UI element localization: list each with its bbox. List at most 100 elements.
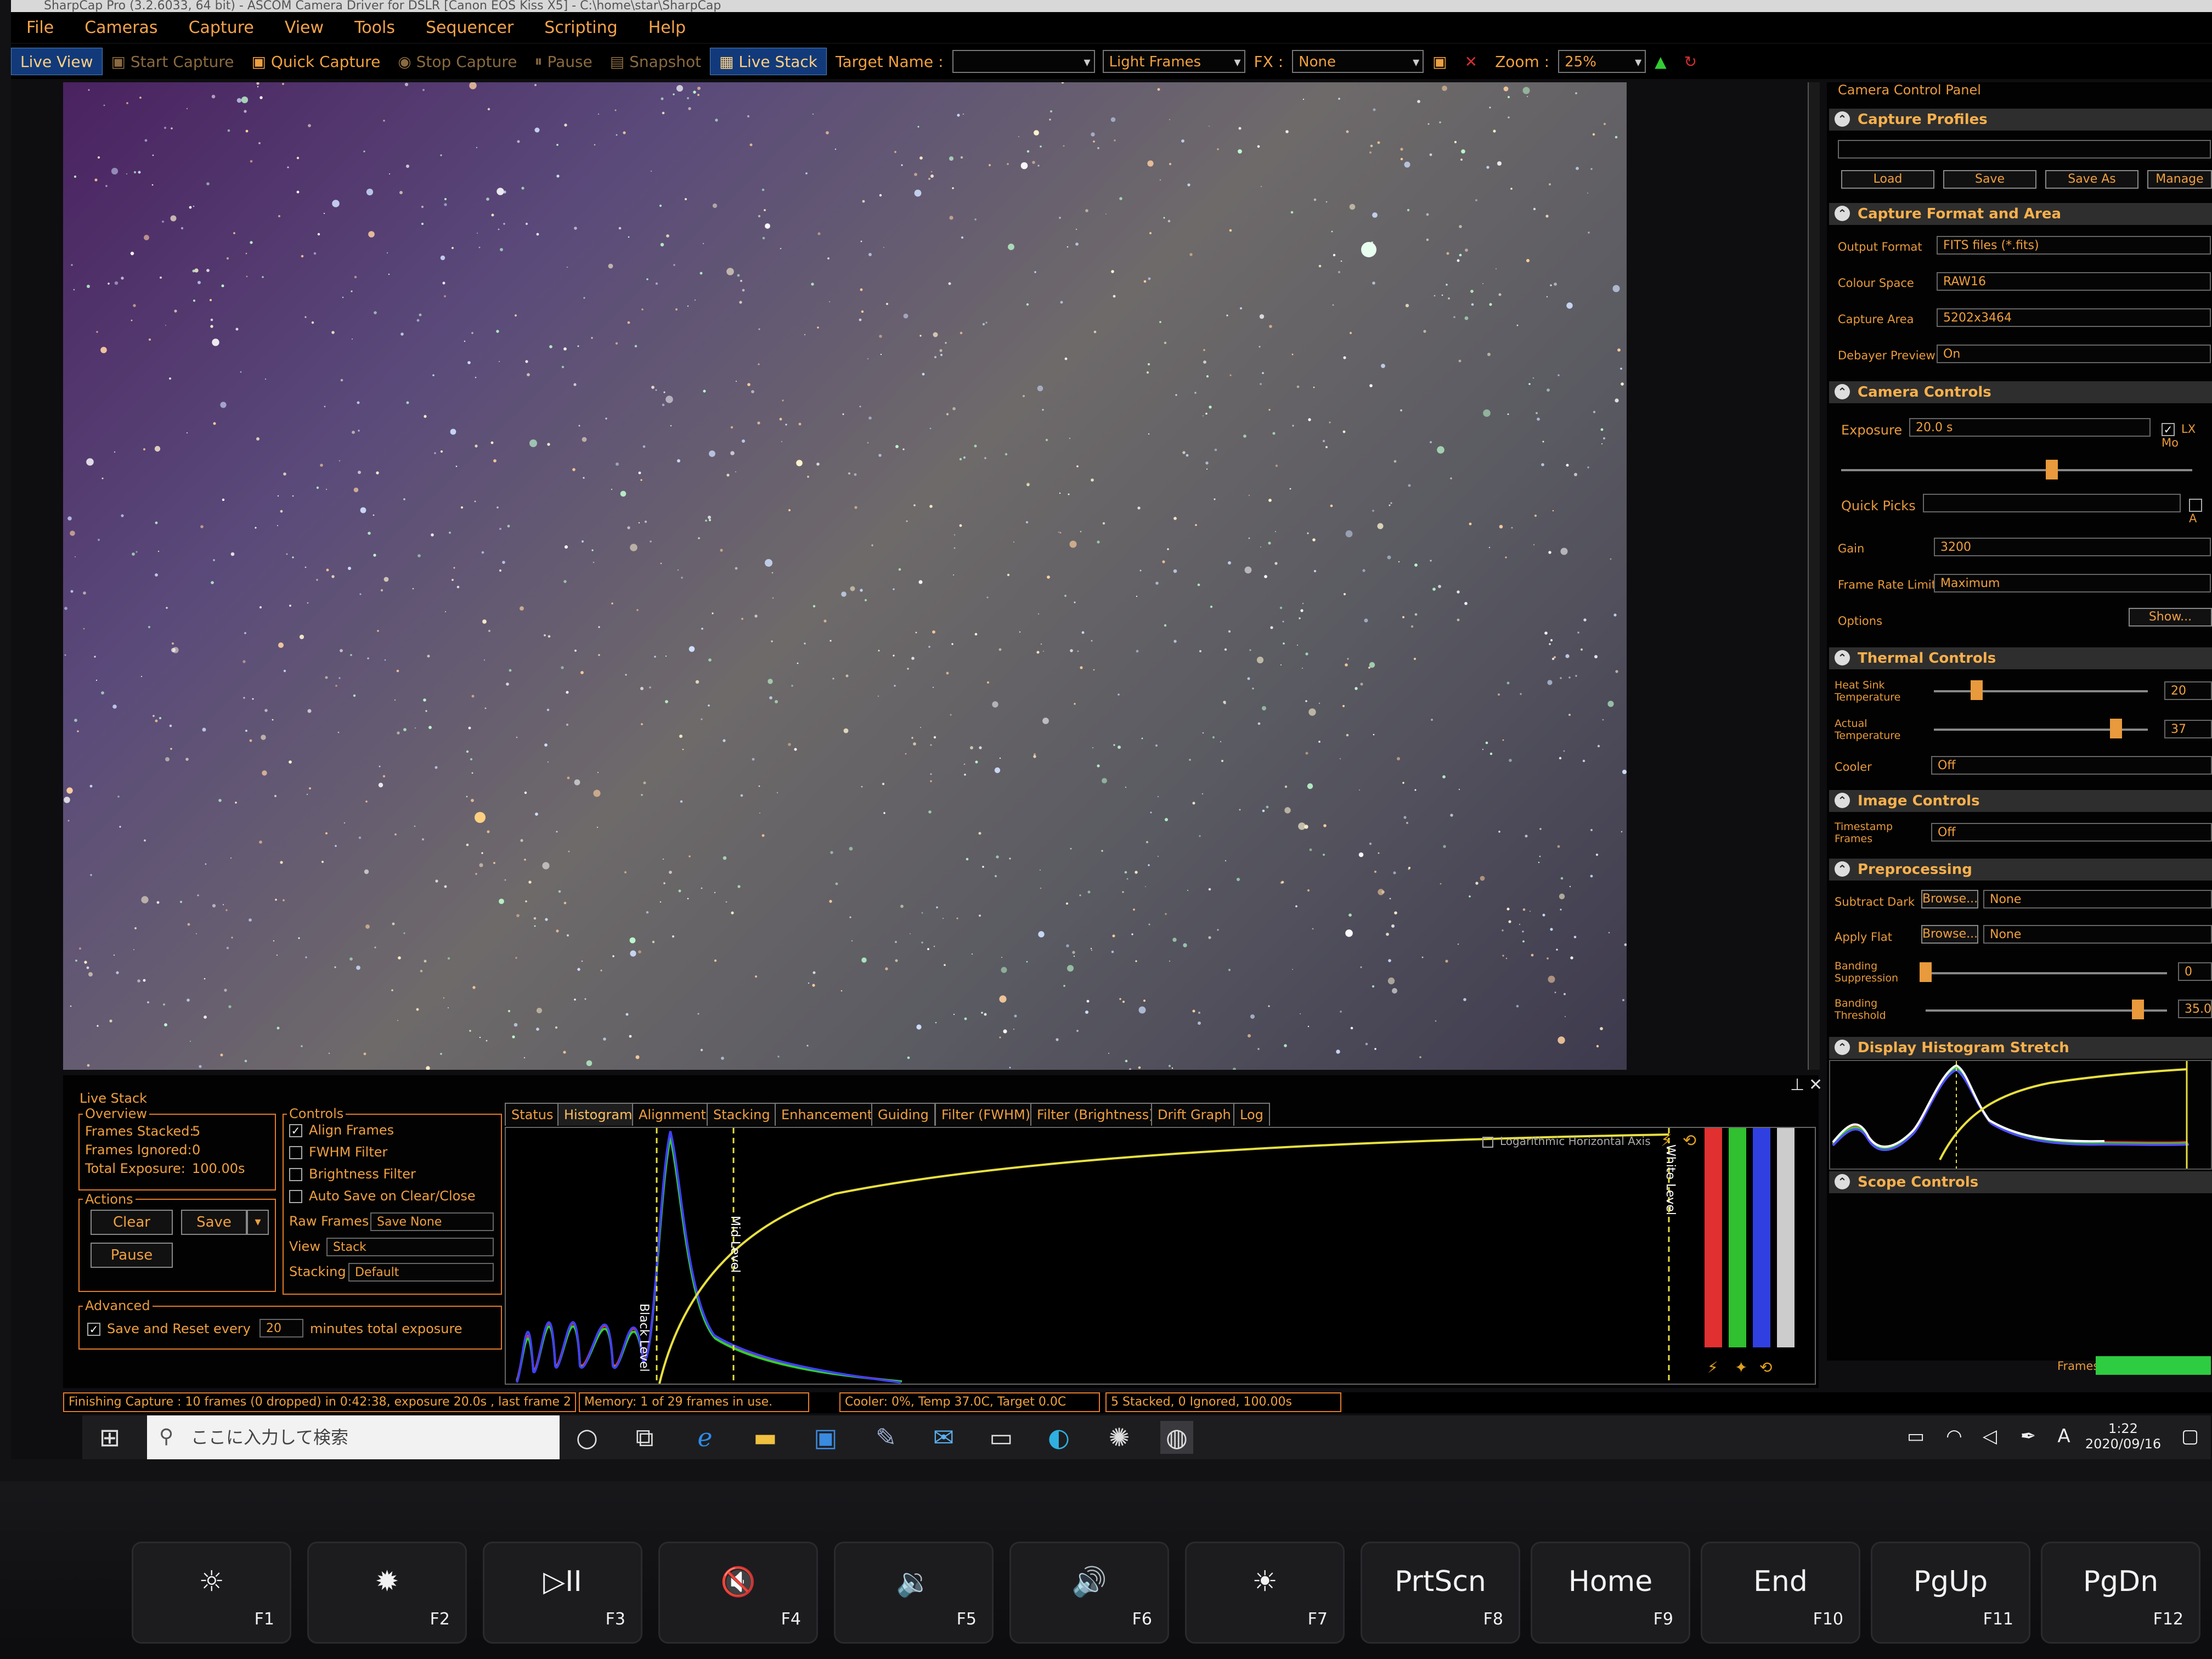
auto-stretch-icon[interactable]: ⚡ bbox=[1661, 1131, 1672, 1150]
menu-help[interactable]: Help bbox=[633, 18, 701, 37]
tab-drift-graph[interactable]: Drift Graph bbox=[1151, 1103, 1238, 1126]
profile-save-button[interactable]: Save bbox=[1943, 170, 2036, 189]
notification-icon[interactable]: ▢ bbox=[2178, 1424, 2202, 1448]
exposure-slider-track[interactable] bbox=[1841, 469, 2192, 471]
profile-manage-button[interactable]: Manage bbox=[2147, 170, 2212, 189]
profile-load-button[interactable]: Load bbox=[1841, 170, 1934, 189]
live-stack-button[interactable]: ▦ Live Stack bbox=[710, 48, 827, 75]
pause-button[interactable]: ⏸ Pause bbox=[526, 52, 601, 71]
histogram-toggle-icon[interactable]: ▣ bbox=[1424, 53, 1455, 71]
clear-button[interactable]: Clear bbox=[91, 1210, 173, 1235]
battery-icon[interactable]: ▭ bbox=[1904, 1424, 1928, 1448]
windows-start-icon[interactable]: ⊞ bbox=[93, 1421, 126, 1454]
green-channel-bar[interactable] bbox=[1729, 1128, 1746, 1347]
key-f9[interactable]: Home F9 bbox=[1531, 1542, 1690, 1644]
fwhm-filter-checkbox[interactable]: FWHM Filter bbox=[289, 1144, 387, 1160]
start-capture-button[interactable]: ▣ Start Capture bbox=[103, 53, 243, 71]
tab-status[interactable]: Status bbox=[505, 1103, 560, 1126]
key-f3[interactable]: ▷II F3 bbox=[483, 1542, 642, 1644]
channel-star-icon[interactable]: ✦ bbox=[1735, 1358, 1747, 1376]
menu-scripting[interactable]: Scripting bbox=[529, 18, 633, 37]
target-name-input[interactable] bbox=[952, 50, 1095, 73]
file-explorer-icon[interactable]: ▬ bbox=[749, 1421, 782, 1454]
pin-icon[interactable]: ⊥ bbox=[1790, 1075, 1804, 1094]
colour-space-select[interactable]: RAW16 bbox=[1937, 272, 2211, 291]
capture-area-select[interactable]: 5202x3464 bbox=[1937, 308, 2211, 327]
frame-rate-select[interactable]: Maximum bbox=[1934, 574, 2211, 592]
pen-icon[interactable]: ✒ bbox=[2016, 1424, 2040, 1448]
subtract-dark-browse-button[interactable]: Browse... bbox=[1921, 890, 1978, 909]
app-icon[interactable]: ◍ bbox=[1160, 1421, 1193, 1454]
sharpcap-icon[interactable]: ✺ bbox=[1103, 1421, 1136, 1454]
log-axis-checkbox[interactable]: Logarithmic Horizontal Axis bbox=[1482, 1135, 1651, 1148]
preprocessing-header[interactable]: ⌃ Preprocessing bbox=[1829, 859, 2212, 881]
luminance-channel-bar[interactable] bbox=[1777, 1128, 1795, 1347]
image-controls-header[interactable]: ⌃ Image Controls bbox=[1829, 790, 2212, 812]
menu-sequencer[interactable]: Sequencer bbox=[410, 18, 529, 37]
key-f1[interactable]: ☼ F1 bbox=[132, 1542, 291, 1644]
tab-filter-brightness[interactable]: Filter (Brightness) bbox=[1030, 1103, 1161, 1126]
brightness-filter-checkbox[interactable]: Brightness Filter bbox=[289, 1166, 416, 1182]
key-f2[interactable]: ✹ F2 bbox=[307, 1542, 467, 1644]
menu-view[interactable]: View bbox=[269, 18, 339, 37]
menu-tools[interactable]: Tools bbox=[339, 18, 410, 37]
capture-format-header[interactable]: ⌃ Capture Format and Area bbox=[1829, 203, 2212, 225]
close-icon[interactable]: ✕ bbox=[1809, 1075, 1822, 1094]
menu-cameras[interactable]: Cameras bbox=[69, 18, 173, 37]
options-show-button[interactable]: Show... bbox=[2129, 608, 2212, 627]
timestamp-frames-select[interactable]: Off bbox=[1931, 823, 2212, 842]
console-icon[interactable]: ▭ bbox=[985, 1421, 1018, 1454]
task-view-icon[interactable]: ⧉ bbox=[628, 1421, 661, 1454]
raw-frames-select[interactable]: Save None bbox=[370, 1212, 494, 1231]
tab-guiding[interactable]: Guiding bbox=[871, 1103, 935, 1126]
key-f10[interactable]: End F10 bbox=[1701, 1542, 1860, 1644]
exposure-slider-thumb[interactable] bbox=[2046, 460, 2058, 479]
star-image-view[interactable] bbox=[63, 82, 1627, 1070]
edge-legacy-icon[interactable]: ℯ bbox=[689, 1421, 721, 1454]
cortana-icon[interactable]: ○ bbox=[571, 1421, 603, 1454]
thermal-controls-header[interactable]: ⌃ Thermal Controls bbox=[1829, 647, 2212, 669]
key-f8[interactable]: PrtScn F8 bbox=[1361, 1542, 1520, 1644]
banding-threshold-slider-thumb[interactable] bbox=[2132, 1000, 2145, 1019]
tab-enhancement[interactable]: Enhancement bbox=[775, 1103, 879, 1126]
save-reset-checkbox[interactable]: ✓ Save and Reset every bbox=[87, 1321, 251, 1336]
taskbar-search-input[interactable]: ここに入力して検索 bbox=[147, 1415, 560, 1459]
key-f5[interactable]: 🔉 F5 bbox=[834, 1542, 994, 1644]
menu-capture[interactable]: Capture bbox=[173, 18, 269, 37]
fx-select[interactable]: None bbox=[1292, 50, 1424, 73]
banding-threshold-value[interactable]: 35.0 bbox=[2178, 1000, 2212, 1018]
profile-save-as-button[interactable]: Save As bbox=[2045, 170, 2138, 189]
exposure-input[interactable]: 20.0 s bbox=[1909, 418, 2151, 437]
banding-threshold-slider-track[interactable] bbox=[1926, 1009, 2167, 1012]
quick-picks-select[interactable] bbox=[1923, 494, 2181, 512]
volume-icon[interactable]: ◁ bbox=[1978, 1424, 2002, 1448]
reset-stretch-icon[interactable]: ⟲ bbox=[1683, 1131, 1696, 1150]
banding-suppression-slider-thumb[interactable] bbox=[1920, 962, 1932, 982]
key-f7[interactable]: ☀ F7 bbox=[1185, 1542, 1345, 1644]
channel-auto-icon[interactable]: ⚡ bbox=[1707, 1358, 1718, 1376]
save-dropdown-icon[interactable]: ▾ bbox=[247, 1210, 269, 1235]
key-f12[interactable]: PgDn F12 bbox=[2041, 1542, 2200, 1644]
quick-capture-button[interactable]: ▣ Quick Capture bbox=[243, 53, 390, 71]
view-select[interactable]: Stack bbox=[326, 1238, 494, 1256]
auto-save-checkbox[interactable]: Auto Save on Clear/Close bbox=[289, 1188, 476, 1204]
banding-suppression-slider-track[interactable] bbox=[1926, 972, 2167, 974]
wifi-icon[interactable]: ◠ bbox=[1942, 1424, 1966, 1448]
gain-input[interactable]: 3200 bbox=[1934, 538, 2211, 556]
live-view-button[interactable]: Live View bbox=[11, 48, 103, 75]
clock[interactable]: 1:22 2020/09/16 bbox=[2085, 1421, 2162, 1452]
pause-stack-button[interactable]: Pause bbox=[91, 1243, 173, 1268]
focus-assist-icon[interactable]: ▲ bbox=[1646, 53, 1675, 71]
paint-icon[interactable]: ✎ bbox=[870, 1421, 902, 1454]
reticle-icon[interactable]: ✕ bbox=[1456, 53, 1486, 71]
subtract-dark-select[interactable]: None bbox=[1983, 890, 2212, 909]
frame-type-select[interactable]: Light Frames bbox=[1102, 50, 1245, 73]
output-format-select[interactable]: FITS files (*.fits) bbox=[1937, 236, 2211, 255]
lx-mode-checkbox[interactable]: ✓ LX Mo bbox=[2162, 422, 2212, 449]
save-reset-minutes-input[interactable]: 20 bbox=[259, 1319, 303, 1338]
zoom-select[interactable]: 25% bbox=[1558, 50, 1646, 73]
key-f4[interactable]: 🔇 F4 bbox=[658, 1542, 818, 1644]
scope-controls-header[interactable]: ⌃ Scope Controls bbox=[1829, 1171, 2212, 1193]
image-scrollbar[interactable] bbox=[1808, 82, 1820, 1070]
blue-channel-bar[interactable] bbox=[1753, 1128, 1770, 1347]
